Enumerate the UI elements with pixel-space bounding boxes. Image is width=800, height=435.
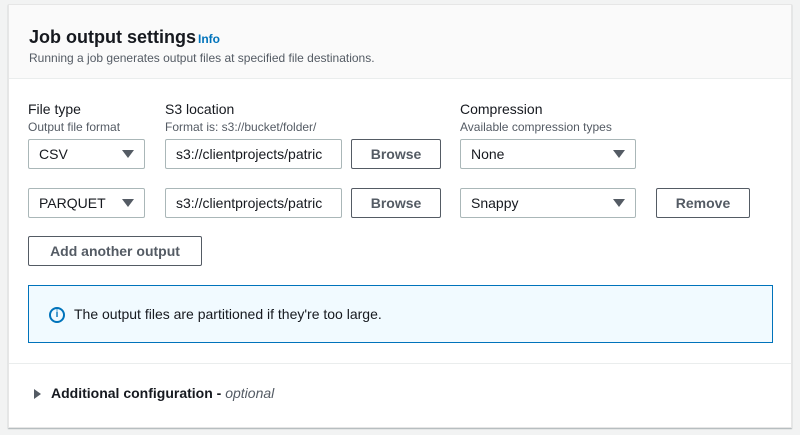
- compression-value: None: [471, 146, 505, 162]
- remove-output-button[interactable]: Remove: [656, 188, 750, 218]
- compression-select[interactable]: Snappy: [460, 188, 636, 218]
- s3-location-input[interactable]: s3://clientprojects/patric: [165, 139, 342, 169]
- s3-location-sublabel: Format is: s3://bucket/folder/: [165, 120, 317, 134]
- compression-label: Compression: [460, 101, 543, 117]
- file-type-label: File type: [28, 101, 81, 117]
- expander-label: Additional configuration: [51, 385, 213, 401]
- file-type-select[interactable]: PARQUET: [28, 188, 145, 218]
- info-alert: i The output files are partitioned if th…: [28, 285, 773, 343]
- browse-button[interactable]: Browse: [351, 188, 441, 218]
- panel-header: Job output settings Info Running a job g…: [9, 5, 791, 79]
- job-output-settings-panel: Job output settings Info Running a job g…: [8, 4, 792, 428]
- browse-button[interactable]: Browse: [351, 139, 441, 169]
- info-icon: i: [49, 307, 65, 323]
- file-type-select[interactable]: CSV: [28, 139, 145, 169]
- divider: [9, 363, 791, 364]
- info-link[interactable]: Info: [198, 32, 220, 46]
- s3-location-label: S3 location: [165, 101, 235, 117]
- caret-down-icon: [613, 199, 625, 207]
- file-type-value: PARQUET: [39, 195, 106, 211]
- add-another-output-button[interactable]: Add another output: [28, 236, 202, 266]
- file-type-sublabel: Output file format: [28, 120, 121, 134]
- expander-optional-label: optional: [225, 385, 275, 401]
- compression-value: Snappy: [471, 195, 519, 211]
- caret-down-icon: [613, 150, 625, 158]
- caret-down-icon: [122, 199, 134, 207]
- panel-title: Job output settings: [29, 27, 196, 47]
- s3-location-input[interactable]: s3://clientprojects/patric: [165, 188, 342, 218]
- file-type-value: CSV: [39, 146, 68, 162]
- alert-text: The output files are partitioned if they…: [74, 306, 382, 322]
- compression-sublabel: Available compression types: [460, 120, 612, 134]
- caret-down-icon: [122, 150, 134, 158]
- compression-select[interactable]: None: [460, 139, 636, 169]
- additional-configuration-expander[interactable]: Additional configuration - optional: [34, 385, 274, 401]
- expander-separator: -: [212, 385, 226, 401]
- panel-description: Running a job generates output files at …: [29, 51, 375, 65]
- caret-right-icon: [34, 389, 41, 399]
